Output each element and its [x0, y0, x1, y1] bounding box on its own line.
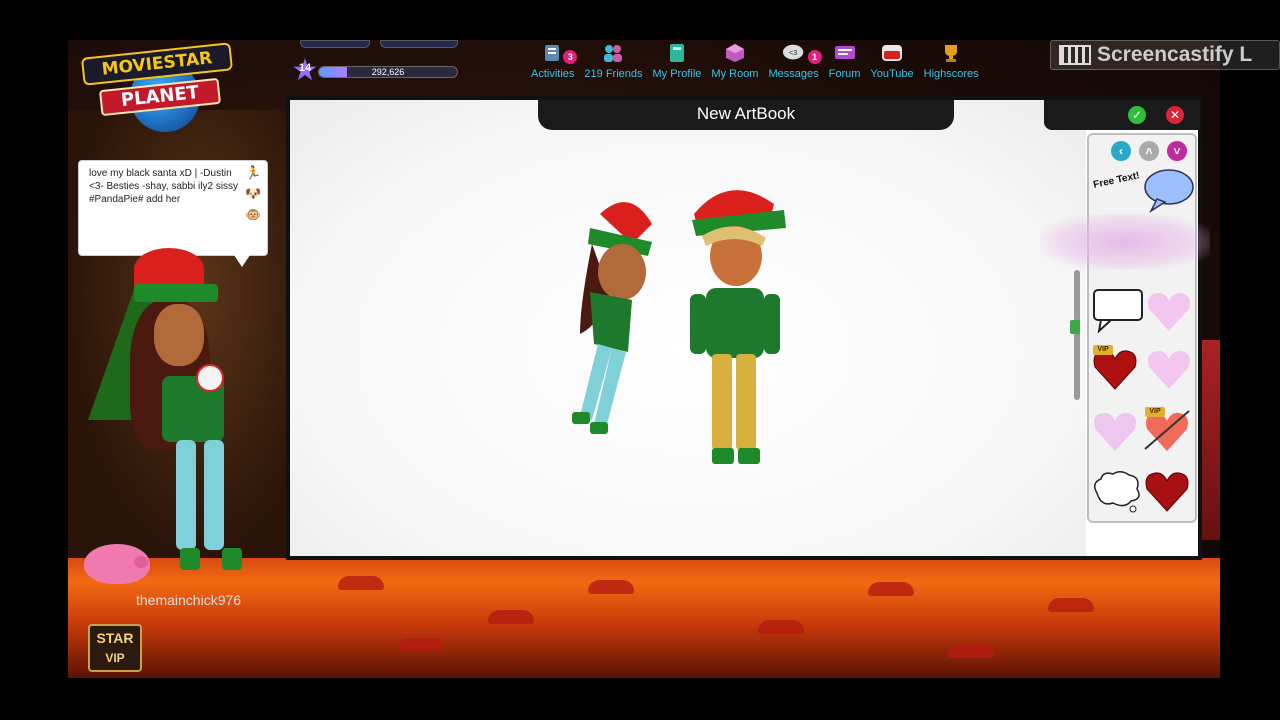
nav-label: 219 Friends: [584, 68, 643, 80]
message-bubble-text: <3: [788, 48, 796, 57]
sticker-panel: ‹ ˄ ˅ Free Text! VIP VIP: [1087, 133, 1197, 523]
nav-label: My Profile: [652, 68, 702, 80]
heart-pink-sticker[interactable]: [1145, 289, 1193, 333]
pet-icon[interactable]: 🐶: [245, 186, 261, 202]
avatar-hat-band: [134, 284, 218, 302]
status-text: love my black santa xD | -Dustin <3- Bes…: [89, 168, 239, 205]
artbook-title: New ArtBook: [538, 100, 954, 130]
panel-nav: ‹ ˄ ˅: [1111, 141, 1187, 161]
heart-lilac-sticker[interactable]: [1091, 409, 1139, 453]
nav-activities[interactable]: 3 Activities: [526, 42, 579, 86]
nav-youtube[interactable]: YouTube: [865, 42, 918, 86]
nav-highscores[interactable]: Highscores: [919, 42, 984, 86]
avatar-shoe: [180, 548, 200, 570]
vip-tag: VIP: [1093, 345, 1113, 355]
badge-line1: STAR: [96, 630, 134, 646]
floor-pattern: [588, 580, 634, 594]
floor-pattern: [758, 620, 804, 634]
arrow-up-icon[interactable]: ˄: [1139, 141, 1159, 161]
scroll-thumb[interactable]: [1070, 320, 1080, 334]
floor-pattern: [868, 582, 914, 596]
avatar-leg-right: [204, 440, 224, 550]
nav-label: Activities: [531, 68, 575, 80]
floor-pattern: [488, 610, 534, 624]
running-person-icon[interactable]: 🏃: [245, 165, 261, 181]
floor-pattern: [948, 644, 994, 658]
screencastify-label: Screencastify L: [1097, 43, 1253, 66]
vip-tag: VIP: [1145, 407, 1165, 417]
profile-book-icon: [665, 42, 689, 64]
speech-bubble-white-sticker[interactable]: [1091, 287, 1145, 333]
free-text-label: Free Text!: [1092, 170, 1141, 191]
player-avatar[interactable]: [120, 248, 260, 578]
thought-bubble-sticker[interactable]: [1089, 469, 1143, 515]
room-cube-icon: [723, 42, 747, 64]
avatar-shoe: [222, 548, 242, 570]
artbook-dialog: New ArtBook ✓ ✕ ‹ ˄ ˅ Free Text! VIP VIP: [286, 96, 1202, 560]
nav-friends[interactable]: 219 Friends: [579, 42, 647, 86]
nav-forum[interactable]: Forum: [824, 42, 866, 86]
avatar-leg-left: [176, 440, 196, 550]
top-nav: 3 Activities 219 Friends My Profile My R…: [526, 42, 984, 86]
film-icon: [1059, 45, 1091, 65]
status-bubble: love my black santa xD | -Dustin <3- Bes…: [78, 160, 268, 267]
nav-label: Messages: [768, 68, 819, 80]
nav-messages[interactable]: <3 1 Messages: [763, 42, 823, 86]
youtube-icon: [880, 42, 904, 64]
badge-line2: VIP: [105, 651, 125, 665]
forum-icon: [833, 42, 857, 64]
clipboard-icon: [541, 42, 565, 64]
profile-stats: ★ 14 292,626: [290, 40, 460, 90]
artbook-canvas[interactable]: [290, 100, 1086, 556]
starcoins-stat[interactable]: [380, 40, 458, 48]
screencastify-watermark: Screencastify L: [1050, 40, 1280, 70]
nav-my-room[interactable]: My Room: [706, 42, 763, 86]
star-vip-badge[interactable]: STAR VIP: [88, 624, 142, 672]
floor-pattern: [398, 638, 444, 652]
artbook-controls: ✓ ✕: [1044, 100, 1200, 130]
arrow-left-icon[interactable]: ‹: [1111, 141, 1131, 161]
diamonds-stat[interactable]: [300, 40, 370, 48]
pet-face-icon[interactable]: 🐵: [245, 207, 261, 223]
status-actions: 🏃 🐶 🐵: [243, 165, 263, 223]
nav-label: YouTube: [870, 68, 914, 80]
piggy-bank-icon[interactable]: [84, 544, 150, 584]
nav-label: My Room: [711, 68, 759, 80]
messages-badge: 1: [807, 50, 822, 64]
artbook-figure-boy[interactable]: [674, 176, 804, 476]
avatar-face: [154, 304, 204, 366]
confirm-button[interactable]: ✓: [1128, 106, 1146, 124]
arrow-down-icon[interactable]: ˅: [1167, 141, 1187, 161]
activities-badge: 3: [563, 50, 578, 64]
trophy-icon: [939, 42, 963, 64]
nav-my-profile[interactable]: My Profile: [648, 42, 707, 86]
screen: MOVIESTAR PLANET ★ 14 292,626 3 Activiti…: [0, 0, 1280, 720]
moviestar-planet-logo[interactable]: MOVIESTAR PLANET: [70, 42, 240, 132]
floor-pattern: [338, 576, 384, 590]
nav-label: Forum: [828, 68, 861, 80]
friends-icon: [601, 42, 625, 64]
fame-value: 292,626: [371, 67, 405, 77]
nav-label: Highscores: [923, 68, 979, 80]
heart-red-sticker[interactable]: [1143, 469, 1191, 513]
panel-scrollbar[interactable]: [1074, 270, 1080, 400]
speech-bubble-blue-sticker[interactable]: [1141, 167, 1195, 213]
mug-icon: [196, 364, 224, 392]
username[interactable]: themainchick976: [136, 592, 241, 608]
message-bubble-icon: <3: [782, 42, 806, 64]
artbook-figure-girl[interactable]: [540, 184, 690, 454]
close-button[interactable]: ✕: [1166, 106, 1184, 124]
level-number: 14: [298, 62, 312, 74]
floor-pattern: [1048, 598, 1094, 612]
pink-heart-glow: [1040, 214, 1210, 270]
heart-pink-sticker[interactable]: [1145, 347, 1193, 391]
